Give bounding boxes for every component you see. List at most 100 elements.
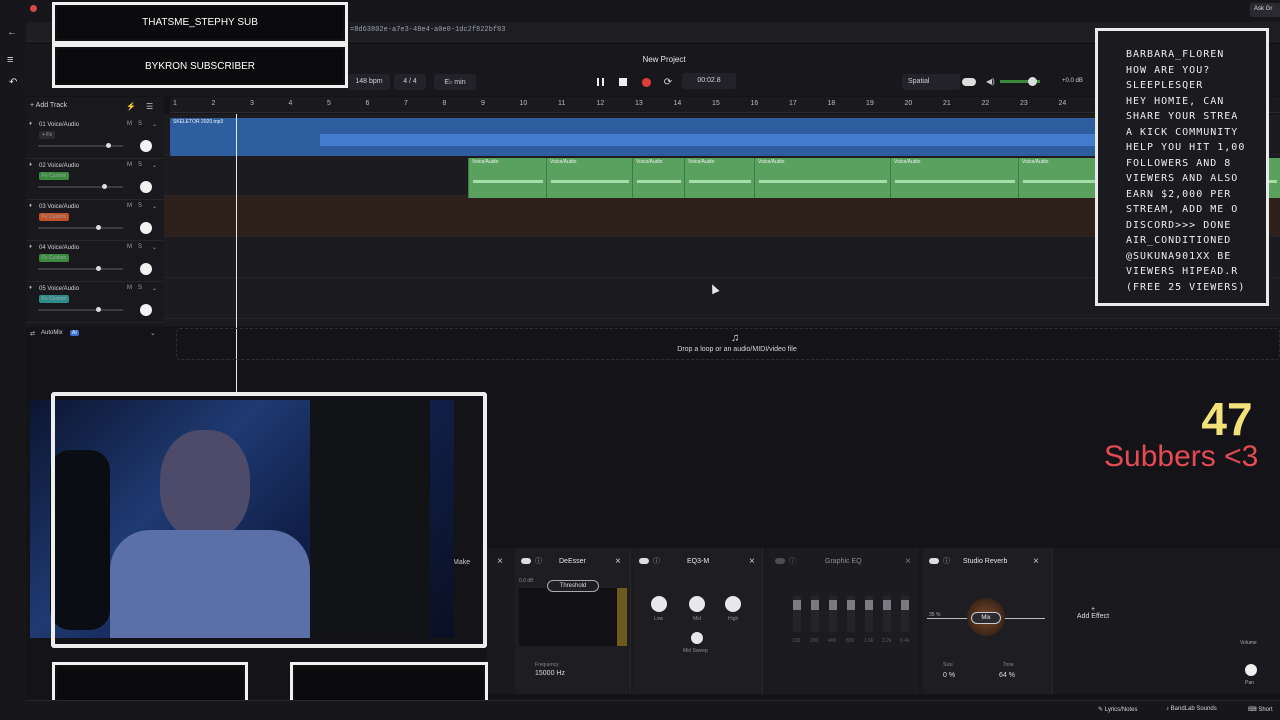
back-arrow-icon[interactable]: ← (7, 27, 17, 38)
wand-icon[interactable]: ⚡ (126, 102, 136, 111)
close-icon[interactable]: × (905, 556, 911, 567)
solo-button[interactable]: S (138, 121, 142, 127)
volume-handle[interactable] (95, 225, 101, 230)
audio-clip-green[interactable]: Voice/Audio (1018, 158, 1098, 198)
close-icon[interactable]: × (1033, 556, 1039, 567)
chevron-down-icon[interactable]: ⌄ (152, 244, 157, 251)
automix-row[interactable]: ⇄ AutoMix AI ⌄ (26, 327, 164, 343)
volume-handle[interactable] (95, 307, 101, 312)
solo-button[interactable]: S (138, 203, 142, 209)
track-name[interactable]: 01 Voice/Audio (39, 122, 79, 128)
eq-fader[interactable] (829, 596, 837, 632)
graphic-eq-toggle[interactable] (775, 558, 785, 564)
eq-fader-handle[interactable] (865, 600, 873, 610)
pan-dial[interactable] (140, 181, 152, 193)
high-knob[interactable] (725, 596, 741, 612)
time-signature-field[interactable]: 4 / 4 (394, 74, 426, 90)
track-row[interactable]: ♦ 04 Voice/Audio Fx Custom M S ⌄ (26, 241, 164, 282)
reverb-toggle[interactable] (929, 558, 939, 564)
eq-fader[interactable] (865, 596, 873, 632)
chevron-down-icon[interactable]: ⌄ (152, 285, 157, 292)
track-fx-badge[interactable]: Fx Custom (39, 254, 70, 262)
eq-fader[interactable] (811, 596, 819, 632)
info-icon[interactable]: ⓘ (943, 556, 950, 566)
frequency-value[interactable]: 15000 Hz (535, 670, 565, 677)
master-volume-knob[interactable] (1028, 77, 1037, 86)
audio-clip-green[interactable]: Voice/Audio (684, 158, 754, 198)
eq-fader-handle[interactable] (883, 600, 891, 610)
info-icon[interactable]: ⓘ (789, 556, 796, 566)
eq-fader-handle[interactable] (793, 600, 801, 610)
volume-slider[interactable] (38, 225, 123, 230)
record-button[interactable] (638, 74, 654, 90)
mute-button[interactable]: M (127, 203, 132, 209)
volume-slider[interactable] (38, 266, 123, 271)
eq-fader-handle[interactable] (847, 600, 855, 610)
info-icon[interactable]: ⓘ (653, 556, 660, 566)
track-name[interactable]: 02 Voice/Audio (39, 163, 79, 169)
info-icon[interactable]: ⓘ (535, 556, 542, 566)
bpm-field[interactable]: 148 bpm (348, 74, 390, 90)
mute-button[interactable]: M (127, 121, 132, 127)
track-fx-badge[interactable]: Fx Custom (39, 213, 70, 221)
solo-button[interactable]: S (138, 162, 142, 168)
track-name[interactable]: 04 Voice/Audio (39, 245, 79, 251)
pan-dial[interactable] (140, 304, 152, 316)
pan-dial[interactable] (140, 263, 152, 275)
track-name[interactable]: 03 Voice/Audio (39, 204, 79, 210)
chevron-down-icon[interactable]: ⌄ (152, 162, 157, 169)
add-effect-button[interactable]: + Add Effect (1073, 606, 1113, 620)
pan-dial[interactable] (140, 140, 152, 152)
lyrics-notes-button[interactable]: ✎ Lyrics/Notes (1098, 706, 1138, 713)
mute-button[interactable]: M (127, 285, 132, 291)
stop-button[interactable] (615, 74, 631, 90)
track-row[interactable]: ♦ 05 Voice/Audio Fx Custom M S ⌄ (26, 282, 164, 323)
track-row[interactable]: ♦ 01 Voice/Audio + Fx M S ⌄ (26, 118, 164, 159)
volume-slider[interactable] (38, 143, 123, 148)
mix-dropdown[interactable]: Mix (971, 612, 1001, 624)
list-icon[interactable]: ☰ (146, 102, 153, 111)
deesser-toggle[interactable] (521, 558, 531, 564)
chevron-down-icon[interactable]: ⌄ (152, 121, 157, 128)
track-fx-badge[interactable]: Fx Custom (39, 172, 70, 180)
solo-button[interactable]: S (138, 285, 142, 291)
chevron-down-icon[interactable]: ⌄ (152, 203, 157, 210)
drop-zone[interactable] (176, 328, 1280, 360)
audio-clip-green[interactable]: Voice/Audio (754, 158, 890, 198)
threshold-dropdown[interactable]: Threshold (547, 580, 599, 592)
menu-icon[interactable]: ≡ (7, 54, 13, 66)
close-icon[interactable]: × (749, 556, 755, 567)
mute-button[interactable]: M (127, 162, 132, 168)
add-track-button[interactable]: + Add Track (30, 102, 67, 114)
mid-knob[interactable] (689, 596, 705, 612)
audio-clip-green[interactable]: Voice/Audio (468, 158, 546, 198)
volume-slider[interactable] (38, 307, 123, 312)
eq-fader[interactable] (793, 596, 801, 632)
volume-handle[interactable] (102, 184, 107, 189)
close-icon[interactable]: × (615, 556, 621, 567)
mid-sweep-knob[interactable] (691, 632, 703, 644)
track-fx-badge[interactable]: + Fx (39, 131, 55, 139)
volume-slider[interactable] (38, 184, 123, 189)
solo-button[interactable]: S (138, 244, 142, 250)
volume-handle[interactable] (95, 266, 101, 271)
bandlab-sounds-button[interactable]: ♪ BandLab Sounds (1166, 706, 1217, 712)
pan-dial[interactable] (140, 222, 152, 234)
eq-fader[interactable] (901, 596, 909, 632)
track-name[interactable]: 05 Voice/Audio (39, 286, 79, 292)
eq-fader-handle[interactable] (829, 600, 837, 610)
tone-value[interactable]: 64 % (999, 672, 1015, 679)
eq-fader-handle[interactable] (901, 600, 909, 610)
pause-button[interactable] (592, 74, 608, 90)
eq-fader[interactable] (847, 596, 855, 632)
size-value[interactable]: 0 % (943, 672, 955, 679)
audio-clip-blue[interactable]: SKELETOR 2020.mp3 (170, 118, 1100, 156)
audio-clip-green[interactable]: Voice/Audio (632, 158, 684, 198)
ask-button[interactable]: Ask Gr (1250, 3, 1280, 17)
close-icon[interactable]: × (497, 556, 503, 567)
volume-handle[interactable] (106, 143, 111, 148)
undo-icon[interactable]: ↶ (9, 77, 17, 88)
track-row[interactable]: ♦ 03 Voice/Audio Fx Custom M S ⌄ (26, 200, 164, 241)
key-field[interactable]: E♭ min (434, 74, 476, 90)
track-fx-badge[interactable]: Fx Custom (39, 295, 70, 303)
